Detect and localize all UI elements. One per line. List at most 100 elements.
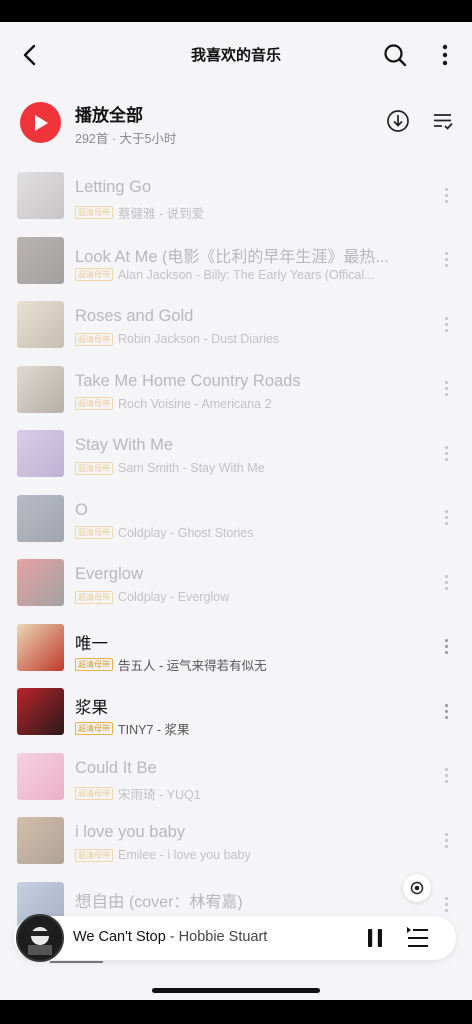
song-row[interactable]: 浆果超清母带 TINY7 - 浆果 [0,678,472,743]
dot [444,258,448,261]
now-playing-separator: - [165,929,179,945]
quality-badge: 超清母带 [75,526,113,539]
song-more-button[interactable] [438,503,454,533]
song-title-text: i love you baby [75,823,186,841]
song-meta: 超清母带 宋雨琦 - YUQ1 [75,784,201,803]
quality-badge: 超清母带 [75,657,113,671]
dot [444,516,448,519]
song-title-note: (电影《比利的早年生涯》最热... [157,248,389,266]
quality-badge: 超清母带 [75,268,113,281]
quality-badge: 超清母带 [75,206,113,219]
playlist-queue-button[interactable] [406,927,430,949]
song-row[interactable]: 唯一超清母带 告五人 - 运气来得若有似无 [0,614,472,679]
song-row[interactable]: Could It Be 超清母带 宋雨琦 - YUQ1 [0,743,472,808]
dot [444,316,448,320]
song-artist-album: Coldplay - Ghost Stories [118,525,254,540]
song-more-button[interactable] [438,696,454,726]
dot [444,838,448,842]
song-title: Stay With Me [75,436,173,455]
quality-badge: 超清母带 [75,722,113,735]
song-more-button[interactable] [438,309,454,339]
dot [444,903,448,906]
song-row[interactable]: Look At Me (电影《比利的早年生涯》最热... 超清母带 Alan Jac… [0,227,472,292]
dot [444,639,448,642]
song-artist-album: Roch Voisine - Americana 2 [118,396,272,411]
dot [444,187,448,191]
dot [444,451,448,455]
song-more-button[interactable] [438,180,454,210]
dot [444,909,448,912]
dot [444,393,448,396]
more-options-button[interactable] [432,40,458,70]
song-artist-album: Alan Jackson - Billy: The Early Years (O… [118,267,375,282]
dot [444,387,448,390]
more-vertical-icon [442,44,448,66]
song-artist-album: Sam Smith - Stay With Me [118,461,265,475]
dot [444,445,448,449]
album-cover [17,752,64,800]
dot [444,586,448,590]
song-more-button[interactable] [438,761,454,791]
album-art-icon [18,916,62,960]
song-title: Roses and Gold [75,307,193,326]
dot [444,715,448,719]
dot [444,780,448,783]
play-all-row[interactable]: 播放全部 292首 · 大于5小时 [0,96,472,148]
song-more-button[interactable] [438,825,454,855]
song-more-button[interactable] [438,374,454,404]
dot [444,322,448,326]
album-cover [17,494,64,542]
song-artist-album: Coldplay - Everglow [118,590,230,604]
song-more-button[interactable] [438,567,454,597]
dot [444,510,448,513]
now-playing-cover[interactable] [16,914,64,962]
song-title-text: 浆果 [75,699,108,717]
album-cover [17,817,64,864]
multi-select-button[interactable] [431,109,455,133]
song-row[interactable]: Roses and Gold 超清母带 Robin Jackson - Dust D… [0,291,472,356]
song-more-button[interactable] [438,245,454,275]
song-row[interactable]: Letting Go 超清母带 蔡健雅 - 说到爱 [0,162,472,227]
song-meta: 超清母带 Coldplay - Ghost Stories [75,526,253,540]
song-row[interactable]: Stay With Me 超清母带 Sam Smith - Stay With Me [0,420,472,485]
song-title: Letting Go [75,178,151,197]
song-row[interactable]: i love you baby 超清母带 Emilee - i love you b… [0,807,472,872]
song-artist-album: Robin Jackson - Dust Diaries [118,332,280,346]
song-more-button[interactable] [438,438,454,468]
mini-player[interactable]: We Can't Stop - Hobbie Stuart [14,914,456,962]
quality-badge: 超清母带 [75,332,113,346]
quality-badge: 超清母带 [75,786,113,800]
dot [444,703,448,707]
header: 我喜欢的音乐 [0,22,472,88]
playback-progress [50,961,103,963]
song-row[interactable]: Everglow 超清母带 Coldplay - Everglow [0,549,472,614]
album-cover [17,236,64,284]
song-title: 想自由 (cover：林宥嘉) [75,888,243,912]
search-button[interactable] [380,40,410,70]
now-playing-title: We Can't Stop [73,929,166,945]
dot [444,832,448,836]
song-more-button[interactable] [438,890,454,920]
song-title-text: Stay With Me [75,436,174,454]
pause-button[interactable] [364,927,386,949]
song-meta: 超清母带 Roch Voisine - Americana 2 [75,397,272,411]
song-meta: 超清母带 TINY7 - 浆果 [75,719,190,738]
song-title-text: 唯一 [75,634,108,653]
pause-icon [368,929,382,947]
dot [444,381,448,384]
home-indicator [152,988,320,993]
dot [444,193,448,197]
song-row[interactable]: Take Me Home Country Roads 超清母带 Roch Voisi… [0,356,472,421]
dot [444,709,448,713]
song-row[interactable]: O 超清母带 Coldplay - Ghost Stories [0,485,472,550]
song-title: Take Me Home Country Roads [75,372,301,391]
play-all-button[interactable] [20,102,61,143]
song-artist-album: Emilee - i love you baby [118,848,251,862]
locate-current-button[interactable] [403,874,431,902]
download-button[interactable] [386,109,410,133]
dot [444,844,448,848]
album-cover [17,301,64,348]
song-meta: 超清母带 告五人 - 运气来得若有似无 [75,655,267,674]
song-meta: 超清母带 Robin Jackson - Dust Diaries [75,332,279,346]
song-more-button[interactable] [438,632,454,662]
